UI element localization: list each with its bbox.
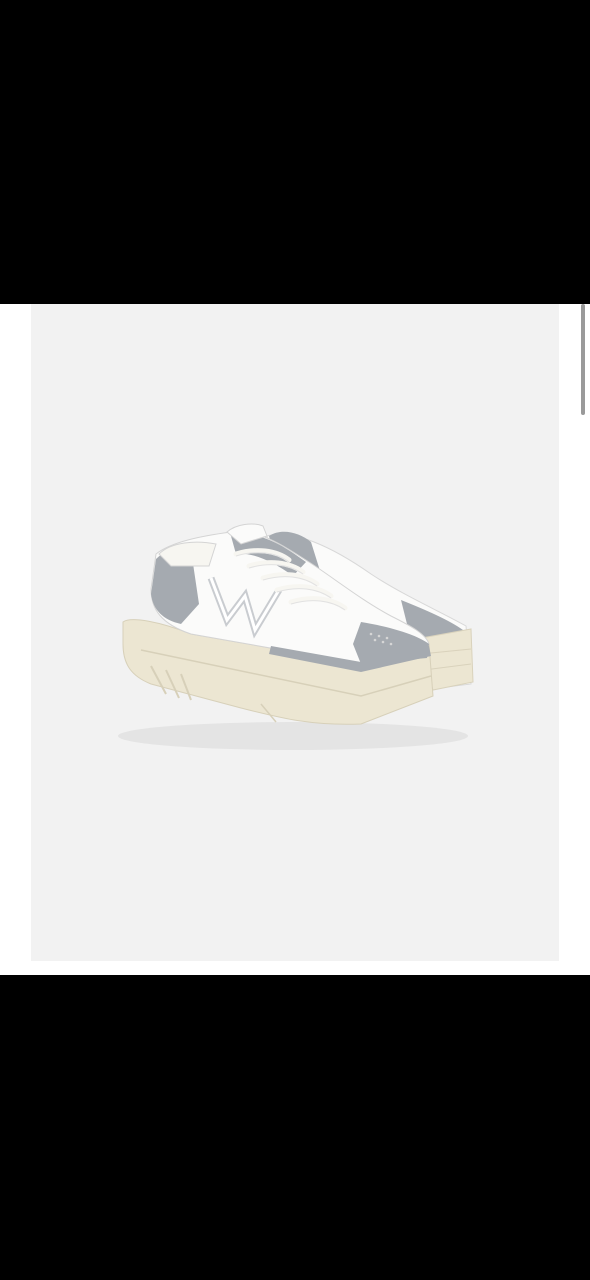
product-photo[interactable] xyxy=(31,304,559,961)
shadow xyxy=(118,722,468,750)
sneaker-pair-image xyxy=(118,523,474,750)
scrollbar[interactable] xyxy=(581,304,585,415)
image-viewer[interactable] xyxy=(0,304,590,975)
front-shoe xyxy=(122,523,434,725)
bottom-black-bar xyxy=(0,975,590,1280)
top-black-bar xyxy=(0,0,590,304)
